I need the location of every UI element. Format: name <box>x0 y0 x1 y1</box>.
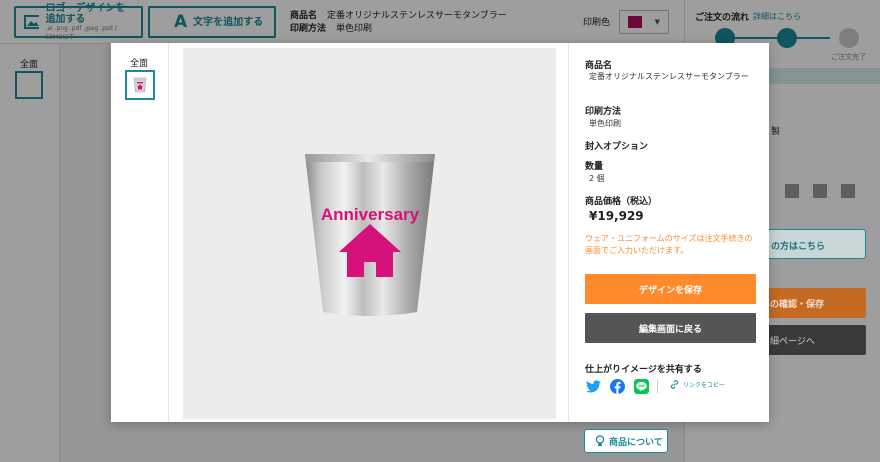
price-label: 商品価格（税込） <box>585 197 658 207</box>
facebook-icon[interactable] <box>609 378 625 394</box>
about-product-button[interactable]: 商品について <box>584 429 668 453</box>
twitter-icon[interactable] <box>585 378 601 394</box>
size-button-label: の方はこちら <box>771 242 826 252</box>
tumbler-image: Anniversary <box>305 154 435 316</box>
design-text: Anniversary <box>321 205 420 224</box>
detail-page-label: 細ページへ <box>770 337 815 347</box>
confirm-save-button[interactable]: の確認・保存 <box>754 288 866 318</box>
confirm-save-label: の確認・保存 <box>770 300 825 310</box>
method-label: 印刷方法 <box>585 107 622 117</box>
method-value: 単色印刷 <box>589 119 621 128</box>
size-button[interactable]: の方はこちら <box>754 229 866 259</box>
copy-link-label: リンクをコピー <box>683 382 726 389</box>
quantity-label: 数量 <box>585 162 604 172</box>
share-divider <box>657 379 658 393</box>
lightbulb-icon <box>595 435 605 446</box>
product-preview: Anniversary <box>183 48 556 419</box>
insert-option-label: 封入オプション <box>585 142 649 152</box>
preview-modal: 全面 Anniversary 商品名 定番オリジナルステンレスサーモタンブラー … <box>111 43 769 422</box>
price-value: ¥19,929 <box>589 209 644 223</box>
detail-page-button[interactable]: 細ページへ <box>754 325 866 355</box>
name-label: 商品名 <box>585 61 613 71</box>
quantity-value: 2 個 <box>589 174 605 183</box>
modal-view-list: 全面 <box>111 43 169 422</box>
link-icon <box>670 380 679 389</box>
modal-view-label: 全面 <box>130 59 149 69</box>
back-to-editor-button[interactable]: 編集画面に戻る <box>585 313 756 343</box>
about-product-label: 商品について <box>609 437 663 448</box>
size-note: ウェア・ユニフォームのサイズは注文手続きの画面でご入力いただけます。 <box>585 234 753 255</box>
tumbler-thumb-icon <box>133 77 147 93</box>
name-value: 定番オリジナルステンレスサーモタンブラー <box>589 72 749 81</box>
modal-view-thumbnail[interactable] <box>125 70 155 100</box>
save-design-button[interactable]: デザインを保存 <box>585 274 756 304</box>
line-icon[interactable] <box>633 378 649 394</box>
product-info-panel: 商品名 定番オリジナルステンレスサーモタンブラー 印刷方法 単色印刷 封入オプシ… <box>568 43 769 422</box>
share-label: 仕上がりイメージを共有する <box>585 365 702 375</box>
copy-link-button[interactable]: リンクをコピー <box>669 379 725 390</box>
